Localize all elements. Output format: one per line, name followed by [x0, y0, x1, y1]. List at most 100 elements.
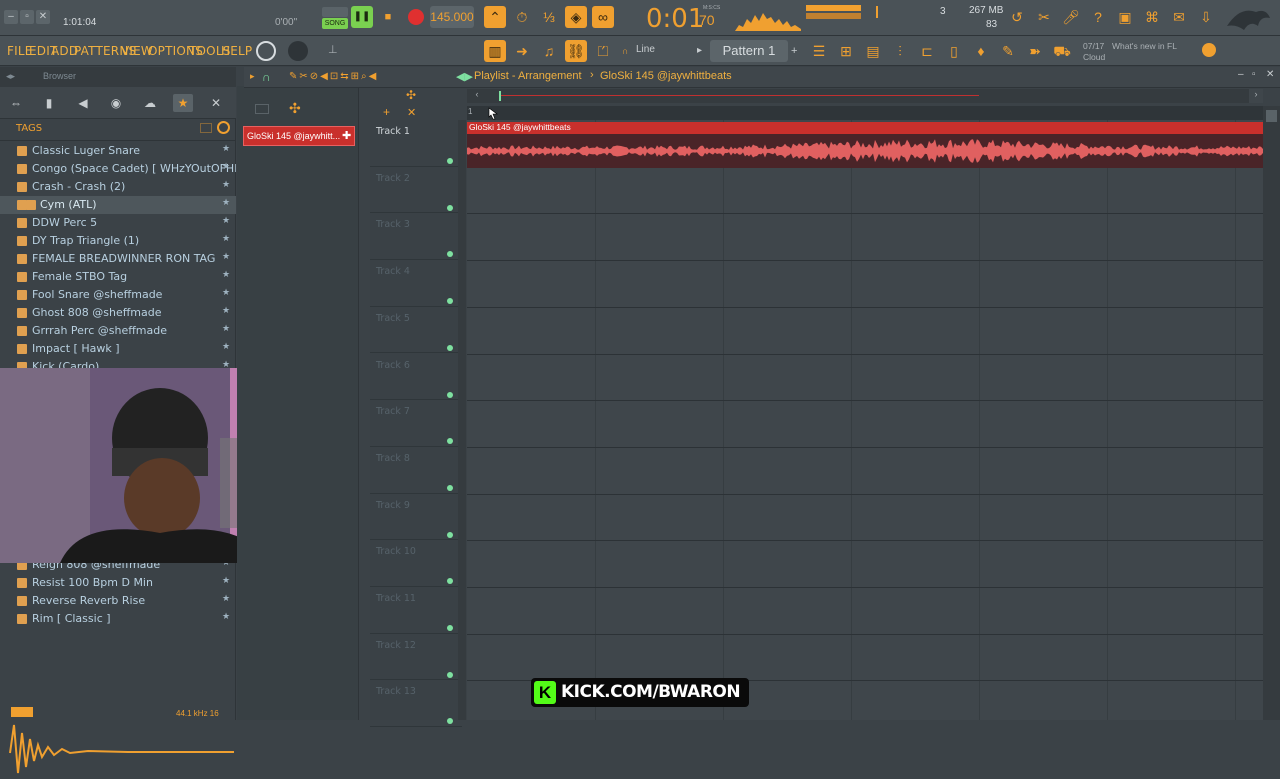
list-item[interactable]: Impact [ Hawk ] ★ [0, 340, 236, 358]
favorite-star-icon[interactable]: ★ [222, 324, 230, 334]
piano-roll-icon[interactable]: ▥ [484, 40, 506, 62]
preview-play-icon[interactable] [11, 707, 33, 717]
metronome-icon[interactable]: ⌃ [484, 6, 506, 28]
track-mute-dot[interactable] [447, 204, 453, 211]
vertical-scrollbar[interactable] [1263, 106, 1280, 720]
track-mute-dot[interactable] [447, 625, 453, 631]
mic-icon[interactable]: 🎤︎ [1060, 6, 1082, 28]
pat-mode-button[interactable] [322, 7, 348, 17]
track-header[interactable]: Track 1 [370, 120, 462, 167]
cloud-icon[interactable]: ☁ [140, 94, 160, 112]
list-item[interactable]: Resist 100 Bpm D Min ★ [0, 574, 236, 592]
globe-icon[interactable] [1202, 43, 1216, 57]
timeline-ruler[interactable]: 1 [467, 106, 1263, 120]
loop-record-icon[interactable]: ∞ [592, 6, 614, 28]
list-item[interactable]: Ghost 808 @sheffmade ★ [0, 304, 236, 322]
playlist-play-icon[interactable]: ◀▶ [456, 70, 473, 83]
marketplace-icon[interactable]: ➽ [1024, 40, 1046, 62]
wait-input-icon[interactable]: ⏱ [511, 6, 533, 28]
playlist-minimize-icon[interactable]: – [1238, 69, 1244, 80]
remove-track-icon[interactable]: ✕ [407, 106, 416, 119]
step-edit-icon[interactable]: ◈ [565, 6, 587, 28]
magnet-icon[interactable]: ∩ [622, 46, 632, 56]
metronome-small-icon[interactable]: ⏍ [592, 40, 614, 62]
track-mute-dot[interactable] [447, 344, 453, 351]
tempo-display[interactable]: 145.000 [430, 6, 474, 28]
playlist-snap-icon[interactable]: ✣ [406, 88, 416, 102]
pitch-knob[interactable] [288, 41, 308, 61]
help-icon[interactable]: ? [1087, 6, 1109, 28]
file-icon[interactable]: ▮ [39, 94, 59, 112]
chat-icon[interactable]: ✉ [1168, 6, 1190, 28]
playlist-maximize-icon[interactable]: ▫ [1252, 69, 1256, 80]
favorite-star-icon[interactable]: ★ [222, 162, 230, 172]
horizontal-scroll[interactable] [467, 89, 1263, 103]
list-item[interactable]: FEMALE BREADWINNER RON TAG ★ [0, 250, 236, 268]
play-button[interactable]: ❚❚ [351, 6, 373, 28]
favorite-star-icon[interactable]: ★ [222, 576, 230, 586]
playlist-arrow-icon[interactable]: ▸ [250, 71, 255, 82]
list-item[interactable]: Classic Luger Snare ★ [0, 142, 236, 160]
pitch-slider[interactable]: ⊥ [328, 43, 338, 59]
magnet-snap-icon[interactable]: ∩ [262, 70, 274, 84]
favorite-star-icon[interactable]: ★ [222, 594, 230, 604]
favorite-star-icon[interactable]: ★ [222, 306, 230, 316]
track-header[interactable]: Track 12 [370, 634, 462, 681]
news-text-2[interactable]: Cloud [1083, 52, 1105, 62]
audio-clip-header[interactable]: GloSki 145 @jaywhittbeats [467, 122, 1263, 134]
list-item[interactable]: DDW Perc 5 ★ [0, 214, 236, 232]
track-mute-dot[interactable] [447, 718, 453, 725]
project-tree-icon[interactable]: ⊏ [916, 40, 938, 62]
piano-roll-view-icon[interactable]: ⊞ [835, 40, 857, 62]
picker-icon[interactable] [255, 104, 269, 114]
save-icon[interactable]: ▣ [1114, 6, 1136, 28]
typing-keyboard-icon[interactable]: ♫ [538, 40, 560, 62]
song-mode-button[interactable]: SONG [322, 18, 348, 29]
picker-sample-icon[interactable]: ✣ [289, 100, 309, 116]
pattern-selector[interactable]: Pattern 1 [710, 40, 788, 62]
track-header[interactable]: Track 11 [370, 587, 462, 634]
list-item[interactable]: Grrrah Perc @sheffmade ★ [0, 322, 236, 340]
close-icon[interactable]: ✕ [36, 10, 50, 24]
favorite-star-icon[interactable]: ★ [222, 198, 230, 208]
favorite-star-icon[interactable]: ★ [222, 252, 230, 262]
folder-icon[interactable] [200, 123, 212, 133]
list-item[interactable]: Fool Snare @sheffmade ★ [0, 286, 236, 304]
pattern-add-icon[interactable]: + [791, 42, 801, 60]
track-header[interactable]: Track 4 [370, 260, 462, 307]
favorite-star-icon[interactable]: ★ [222, 342, 230, 352]
globe-browse-icon[interactable]: ◉ [106, 94, 126, 112]
track-mute-dot[interactable] [447, 671, 453, 678]
undo-icon[interactable]: ↺ [1006, 6, 1028, 28]
pattern-prev-icon[interactable]: ▸ [697, 42, 707, 60]
clip-menu-icon[interactable]: ✚ [342, 129, 351, 142]
time-display[interactable]: 0:01 [646, 4, 704, 34]
browser-back-icon[interactable]: ◂▸ [6, 71, 15, 82]
track-mute-dot[interactable] [447, 158, 453, 164]
list-item[interactable]: Rim [ Classic ] ★ [0, 610, 236, 628]
list-item-selected[interactable]: Cym (ATL) ★ [0, 196, 236, 214]
cut-icon[interactable]: ✂ [1033, 6, 1055, 28]
playlist-tools-icon[interactable]: ✎✂⊘◀⊡⇆⊞⌕◀ [289, 71, 378, 82]
track-mute-dot[interactable] [447, 391, 453, 398]
link-icon[interactable]: ⛓ [565, 40, 587, 62]
countdown-icon[interactable]: ⅓ [538, 6, 560, 28]
star-icon[interactable]: ★ [173, 94, 193, 112]
track-header[interactable]: Track 10 [370, 540, 462, 587]
favorite-star-icon[interactable]: ★ [222, 612, 230, 622]
audio-clip[interactable]: GloSki 145 @jaywhittbeats [467, 122, 1263, 168]
menu-help[interactable]: HELP [221, 44, 252, 58]
track-mute-dot[interactable] [447, 438, 453, 445]
list-item[interactable]: DY Trap Triangle (1) ★ [0, 232, 236, 250]
restore-icon[interactable]: ▫ [20, 10, 34, 24]
favorite-star-icon[interactable]: ★ [222, 216, 230, 226]
scroll-up-icon[interactable] [1266, 110, 1277, 122]
track-header[interactable]: Track 3 [370, 213, 462, 261]
pattern-clip-item[interactable]: GloSki 145 @jaywhitt... ✚ [243, 126, 355, 146]
browser-toggle-icon[interactable]: ▯ [943, 40, 965, 62]
touch-keyboard-icon[interactable]: ✎ [997, 40, 1019, 62]
close-browser-icon[interactable]: ✕ [206, 94, 226, 112]
add-track-icon[interactable]: + [383, 105, 390, 119]
news-text[interactable]: What's new in FL [1112, 41, 1177, 51]
search-icon[interactable] [217, 121, 230, 134]
